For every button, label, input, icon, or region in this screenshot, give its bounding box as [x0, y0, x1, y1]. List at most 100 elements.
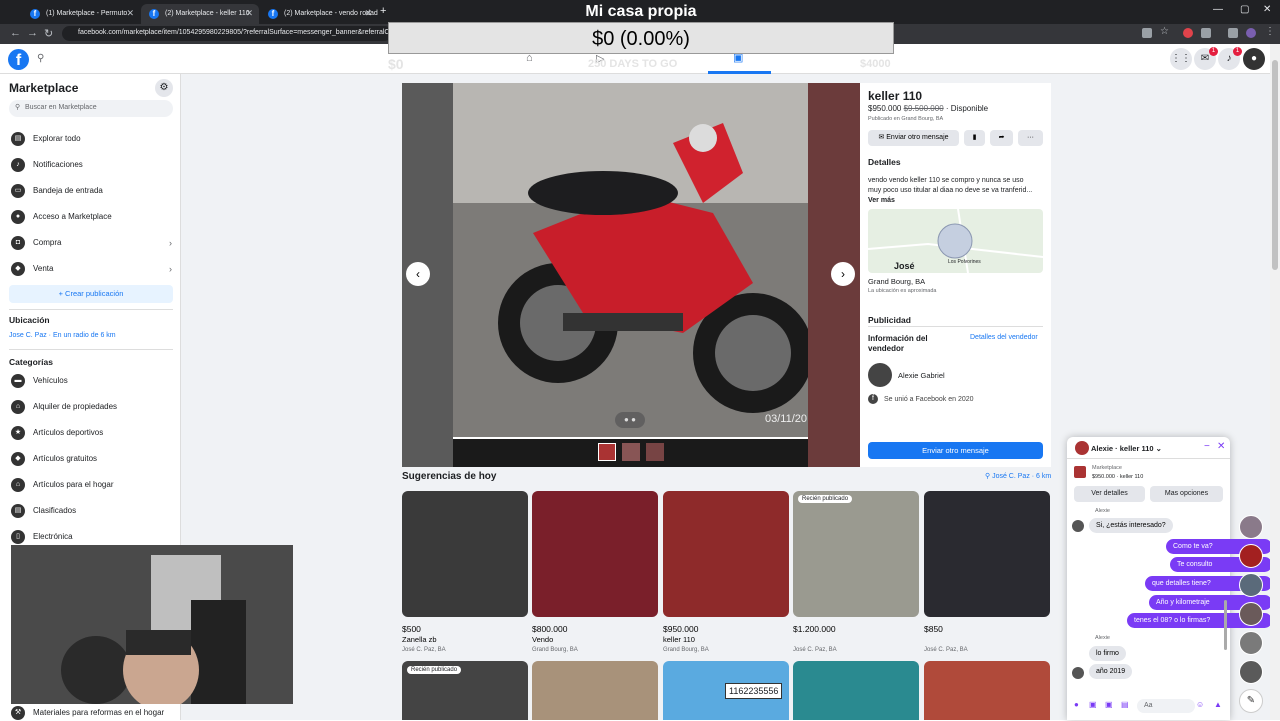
category-vehicles[interactable]: ▬ Vehículos — [9, 369, 174, 393]
minimize-chat-icon[interactable]: − — [1204, 441, 1210, 452]
category-classifieds[interactable]: ▤ Clasificados — [9, 499, 174, 523]
browser-menu-icon[interactable]: ⋮ — [1265, 26, 1275, 37]
next-photo-button[interactable]: › — [831, 262, 855, 286]
extension-icon[interactable] — [1201, 28, 1211, 38]
reload-icon[interactable]: ↻ — [44, 27, 53, 40]
chat-head-avatar[interactable] — [1239, 515, 1263, 539]
search-icon[interactable]: ⚲ — [37, 53, 44, 64]
category-home-improvement[interactable]: ⚒ Materiales para reformas en el hogar — [9, 705, 174, 721]
category-home[interactable]: ⌂ Artículos para el hogar — [9, 473, 174, 497]
suggestion-price[interactable]: $1.200.000 — [793, 624, 836, 634]
browser-tab-3[interactable]: f (2) Marketplace - vendo rodad ✕ — [260, 4, 378, 24]
close-tab-icon[interactable]: ✕ — [364, 8, 372, 19]
new-message-icon[interactable]: ✎ — [1239, 689, 1263, 713]
minimize-window-icon[interactable]: — — [1213, 4, 1223, 15]
url-field[interactable]: facebook.com/marketplace/item/1054295980… — [62, 26, 392, 41]
browser-tab-2[interactable]: f (2) Marketplace - keller 110 ✕ — [141, 4, 259, 24]
suggestion-card-image[interactable]: 1162235556 — [663, 661, 789, 720]
chat-avatar[interactable] — [1075, 441, 1089, 455]
facebook-logo-icon[interactable]: f — [8, 49, 29, 70]
marketplace-search-input[interactable]: ⚲ Buscar en Marketplace — [9, 100, 173, 117]
sidebar-item-buying[interactable]: ◘ Compra › — [9, 231, 174, 255]
suggestion-card-image[interactable]: Recién publicado — [793, 491, 919, 617]
sidebar-item-inbox[interactable]: ▭ Bandeja de entrada — [9, 179, 174, 203]
page-scrollbar-thumb[interactable] — [1272, 60, 1278, 270]
chat-head-avatar[interactable] — [1239, 544, 1263, 568]
account-avatar[interactable]: ● — [1243, 48, 1265, 70]
image-icon[interactable]: ▣ — [1089, 700, 1097, 709]
close-window-icon[interactable]: ✕ — [1263, 4, 1271, 15]
suggestions-location[interactable]: ⚲ José C. Paz · 6 km — [985, 472, 1051, 480]
categories-heading: Categorías — [9, 357, 53, 367]
gear-icon[interactable]: ⚙ — [155, 79, 173, 97]
chat-head-avatar[interactable] — [1239, 602, 1263, 626]
sidebar-item-notifications[interactable]: ♪ Notificaciones — [9, 153, 174, 177]
suggestion-price[interactable]: $800.000 — [532, 624, 567, 634]
suggestion-price[interactable]: $950.000 — [663, 624, 698, 634]
suggestion-card-image[interactable] — [663, 491, 789, 617]
menu-grid-icon[interactable]: ⋮⋮ — [1170, 48, 1192, 70]
extension-icon[interactable] — [1228, 28, 1238, 38]
previous-photo-button[interactable]: ‹ — [406, 262, 430, 286]
category-sports[interactable]: ★ Artículos deportivos — [9, 421, 174, 445]
send-another-message-button[interactable]: Enviar otro mensaje — [868, 442, 1043, 459]
forward-icon[interactable]: → — [27, 27, 38, 39]
chat-head-avatar[interactable] — [1239, 660, 1263, 684]
browser-tab-1[interactable]: f (1) Marketplace - Permuto ✕ — [22, 4, 140, 24]
stream-goal-days: 250 DAYS TO GO — [588, 58, 678, 70]
location-link[interactable]: Jose C. Paz · En un radio de 6 km — [9, 332, 116, 339]
back-icon[interactable]: ← — [10, 27, 21, 39]
create-listing-button[interactable]: + Crear publicación — [9, 285, 173, 303]
close-tab-icon[interactable]: ✕ — [126, 8, 134, 19]
chat-title[interactable]: Alexie · keller 110 ⌄ — [1091, 444, 1162, 453]
suggestion-price[interactable]: $850 — [924, 624, 943, 634]
view-details-button[interactable]: Ver detalles — [1074, 486, 1145, 502]
photo-thumbnail-3[interactable] — [646, 443, 664, 461]
suggestion-card-image[interactable] — [402, 491, 528, 617]
category-free[interactable]: ◆ Artículos gratuitos — [9, 447, 174, 471]
close-chat-icon[interactable]: ✕ — [1217, 441, 1225, 452]
emoji-icon[interactable]: ☺ — [1196, 700, 1204, 709]
sidebar-item-access[interactable]: ● Acceso a Marketplace — [9, 205, 174, 229]
like-icon[interactable]: ▲ — [1214, 700, 1222, 709]
suggestion-card-image[interactable] — [924, 661, 1050, 720]
suggestion-price[interactable]: $500 — [402, 624, 421, 634]
seller-details-link[interactable]: Detalles del vendedor — [970, 334, 1038, 341]
save-bookmark-icon[interactable]: ▮ — [964, 130, 985, 146]
profile-icon[interactable] — [1246, 28, 1256, 38]
suggestion-card-image[interactable] — [924, 491, 1050, 617]
sticker-icon[interactable]: ▣ — [1105, 700, 1113, 709]
new-tab-button[interactable]: + — [380, 5, 386, 17]
suggestion-card-image[interactable] — [793, 661, 919, 720]
photo-thumbnail-1[interactable] — [598, 443, 616, 461]
extension-icon[interactable] — [1183, 28, 1193, 38]
chat-message-input[interactable]: Aa — [1137, 699, 1195, 713]
sidebar-item-selling[interactable]: ◆ Venta › — [9, 257, 174, 281]
suggestion-card-image[interactable]: Recién publicado — [402, 661, 528, 720]
share-icon[interactable]: ➦ — [990, 130, 1013, 146]
listing-photo[interactable] — [453, 83, 813, 439]
more-options-icon[interactable]: ··· — [1018, 130, 1043, 146]
location-note: La ubicación es aproximada — [868, 288, 937, 294]
seller-name[interactable]: Alexie Gabriel — [898, 371, 945, 380]
send-message-button[interactable]: ✉ Enviar otro mensaje — [868, 130, 959, 146]
suggestion-card-image[interactable] — [532, 661, 658, 720]
gif-icon[interactable]: ▤ — [1121, 700, 1129, 709]
seller-avatar[interactable] — [868, 363, 892, 387]
sidebar-item-explore[interactable]: ▤ Explorar todo — [9, 127, 174, 151]
chat-head-avatar[interactable] — [1239, 573, 1263, 597]
maximize-window-icon[interactable]: ▢ — [1240, 4, 1249, 15]
chat-scrollbar[interactable] — [1224, 600, 1227, 650]
microphone-icon[interactable]: ● — [1074, 700, 1079, 709]
close-tab-icon[interactable]: ✕ — [245, 8, 253, 19]
suggestion-card-image[interactable] — [532, 491, 658, 617]
cast-icon[interactable] — [1142, 28, 1152, 38]
location-map[interactable]: José Los Polvorines — [868, 209, 1043, 273]
bookmark-star-icon[interactable]: ☆ — [1160, 26, 1170, 37]
more-options-button[interactable]: Mas opciones — [1150, 486, 1223, 502]
category-rentals[interactable]: ⌂ Alquiler de propiedades — [9, 395, 174, 419]
see-more-link[interactable]: Ver más — [868, 197, 895, 204]
chat-head-avatar[interactable] — [1239, 631, 1263, 655]
photo-pager-dots: ● ● — [615, 412, 645, 428]
photo-thumbnail-2[interactable] — [622, 443, 640, 461]
